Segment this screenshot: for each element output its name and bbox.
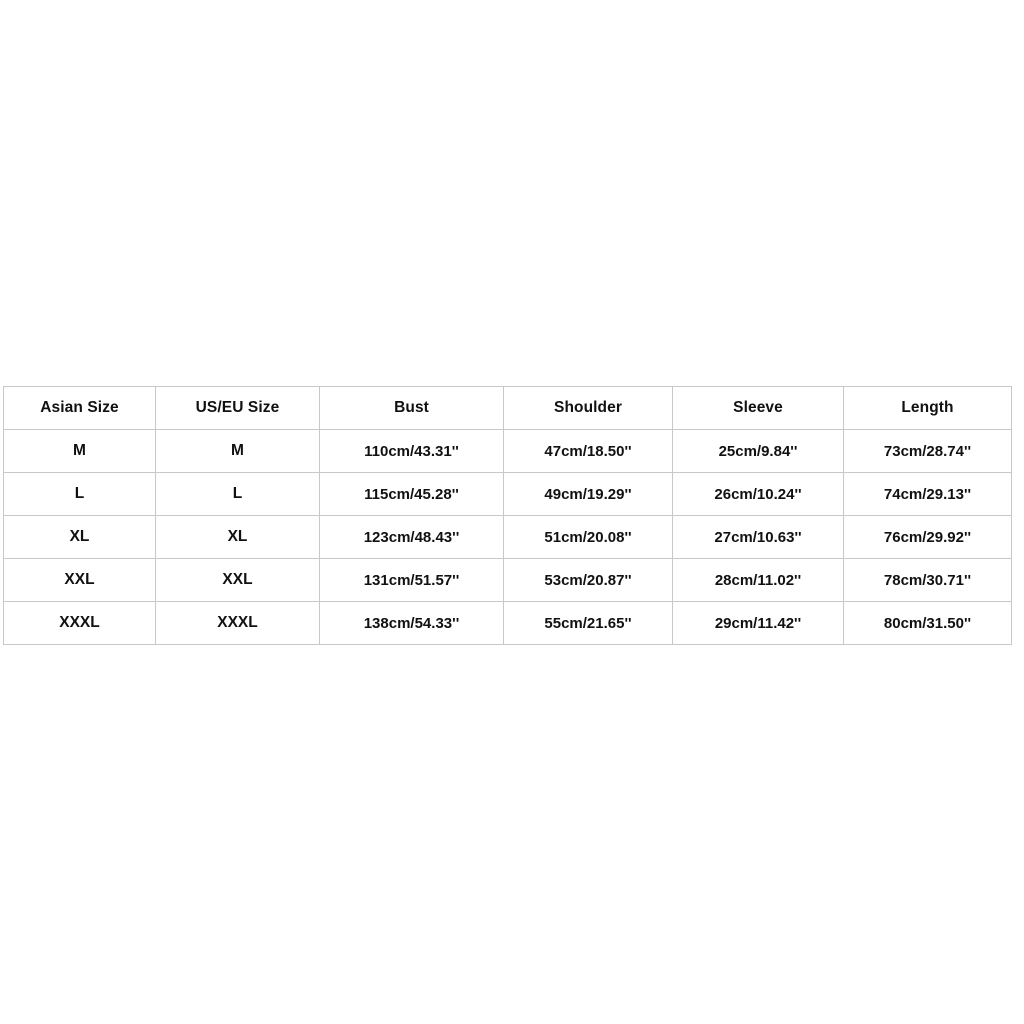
cell-bust: 115cm/45.28''	[319, 472, 504, 516]
cell-sleeve: 28cm/11.02''	[672, 558, 844, 602]
size-chart-header: Asian Size US/EU Size Bust Shoulder Slee…	[3, 386, 1012, 430]
cell-shoulder: 51cm/20.08''	[503, 515, 673, 559]
cell-length: 74cm/29.13''	[843, 472, 1012, 516]
cell-bust: 110cm/43.31''	[319, 429, 504, 473]
table-row: XL XL 123cm/48.43'' 51cm/20.08'' 27cm/10…	[3, 515, 1012, 559]
cell-shoulder: 49cm/19.29''	[503, 472, 673, 516]
cell-asian-size: M	[3, 429, 156, 473]
cell-sleeve: 25cm/9.84''	[672, 429, 844, 473]
cell-us-eu-size: XL	[155, 515, 320, 559]
table-row: M M 110cm/43.31'' 47cm/18.50'' 25cm/9.84…	[3, 429, 1012, 473]
table-header-row: Asian Size US/EU Size Bust Shoulder Slee…	[3, 386, 1012, 430]
cell-bust: 123cm/48.43''	[319, 515, 504, 559]
cell-asian-size: XL	[3, 515, 156, 559]
cell-us-eu-size: L	[155, 472, 320, 516]
cell-us-eu-size: M	[155, 429, 320, 473]
table-row: XXXL XXXL 138cm/54.33'' 55cm/21.65'' 29c…	[3, 601, 1012, 645]
cell-bust: 131cm/51.57''	[319, 558, 504, 602]
column-header-us-eu-size: US/EU Size	[155, 386, 320, 430]
cell-us-eu-size: XXL	[155, 558, 320, 602]
column-header-length: Length	[843, 386, 1012, 430]
cell-length: 73cm/28.74''	[843, 429, 1012, 473]
column-header-shoulder: Shoulder	[503, 386, 673, 430]
cell-asian-size: XXL	[3, 558, 156, 602]
size-chart-table: Asian Size US/EU Size Bust Shoulder Slee…	[3, 386, 1012, 645]
cell-shoulder: 53cm/20.87''	[503, 558, 673, 602]
cell-shoulder: 47cm/18.50''	[503, 429, 673, 473]
cell-sleeve: 27cm/10.63''	[672, 515, 844, 559]
column-header-bust: Bust	[319, 386, 504, 430]
cell-asian-size: XXXL	[3, 601, 156, 645]
cell-us-eu-size: XXXL	[155, 601, 320, 645]
table-row: XXL XXL 131cm/51.57'' 53cm/20.87'' 28cm/…	[3, 558, 1012, 602]
size-chart-container: Asian Size US/EU Size Bust Shoulder Slee…	[3, 386, 1012, 645]
cell-bust: 138cm/54.33''	[319, 601, 504, 645]
cell-sleeve: 29cm/11.42''	[672, 601, 844, 645]
table-row: L L 115cm/45.28'' 49cm/19.29'' 26cm/10.2…	[3, 472, 1012, 516]
column-header-sleeve: Sleeve	[672, 386, 844, 430]
cell-length: 78cm/30.71''	[843, 558, 1012, 602]
cell-length: 76cm/29.92''	[843, 515, 1012, 559]
cell-asian-size: L	[3, 472, 156, 516]
column-header-asian-size: Asian Size	[3, 386, 156, 430]
cell-length: 80cm/31.50''	[843, 601, 1012, 645]
cell-shoulder: 55cm/21.65''	[503, 601, 673, 645]
size-chart-body: M M 110cm/43.31'' 47cm/18.50'' 25cm/9.84…	[3, 429, 1012, 645]
cell-sleeve: 26cm/10.24''	[672, 472, 844, 516]
